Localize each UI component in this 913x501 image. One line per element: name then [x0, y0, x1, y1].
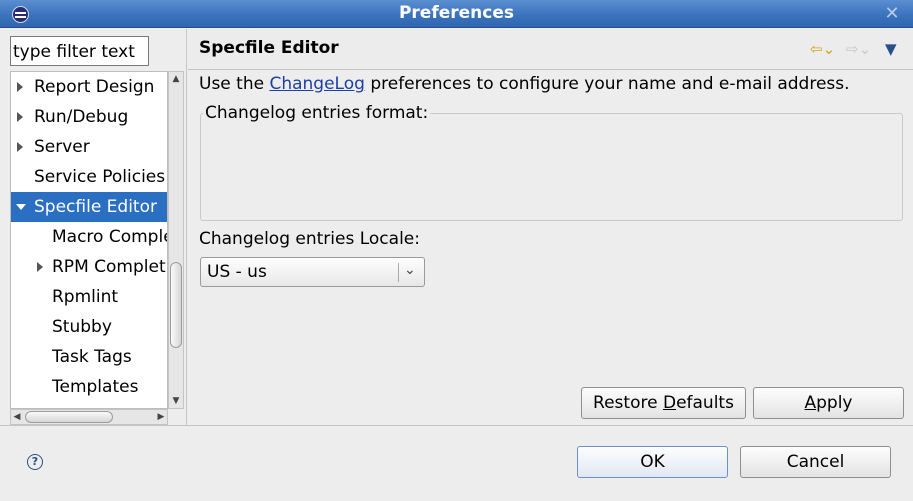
scroll-up-icon[interactable]: ▲ — [171, 74, 181, 84]
changelog-link[interactable]: ChangeLog — [269, 74, 364, 94]
close-icon[interactable]: ✕ — [881, 3, 903, 25]
tree-item[interactable]: Stubby — [11, 312, 167, 342]
tree-item[interactable]: Specfile Editor — [11, 192, 167, 222]
scroll-left-icon[interactable]: ◀ — [12, 411, 22, 423]
apply-button[interactable]: Apply — [753, 387, 904, 419]
help-icon[interactable]: ? — [27, 454, 43, 470]
tree-item-label: Templates — [52, 377, 139, 397]
title-bar: Preferences ✕ — [0, 0, 913, 28]
tree-item[interactable]: Templates — [11, 372, 167, 402]
description-text: Use the — [199, 74, 270, 94]
tree-item-label: Report Design — [34, 77, 155, 97]
header-divider — [188, 69, 913, 70]
scroll-down-icon[interactable]: ▼ — [171, 396, 181, 406]
tree-item-label: Server — [34, 137, 90, 157]
tree-horizontal-scrollbar[interactable]: ◀ ▶ — [10, 409, 168, 425]
expanded-arrow-icon[interactable] — [16, 204, 26, 210]
page-header: Specfile Editor ⇦⌄ ⇨⌄ ▼ — [188, 29, 913, 69]
preference-tree[interactable]: Versioned entry (e.g. * Date Name <Mail>… — [10, 71, 168, 409]
apply-mnemonic: A — [804, 393, 817, 413]
restore-label-post: efaults — [676, 393, 734, 413]
apply-label-post: pply — [816, 393, 853, 413]
collapsed-arrow-icon[interactable] — [17, 142, 23, 152]
window-title: Preferences — [398, 3, 515, 23]
restore-label-pre: Restore — [593, 393, 663, 413]
collapsed-arrow-icon[interactable]: Versioned entry (e.g. * Date Name <Mail>… — [17, 82, 23, 92]
collapsed-arrow-icon[interactable] — [17, 112, 23, 122]
tree-item-label: Rpmlint — [52, 287, 119, 307]
tree-item-label: Service Policies — [34, 167, 166, 187]
scroll-thumb-horizontal[interactable] — [25, 411, 113, 423]
page-description: Use the ChangeLog preferences to configu… — [199, 74, 850, 94]
filter-input[interactable] — [10, 36, 149, 66]
restore-mnemonic: D — [662, 393, 677, 413]
preference-tree-panel: Versioned entry (e.g. * Date Name <Mail>… — [0, 29, 187, 425]
tree-item[interactable]: Server — [11, 132, 167, 162]
forward-arrow-icon[interactable]: ⇨⌄ — [846, 41, 871, 57]
locale-select[interactable]: US - us ⌄ — [200, 257, 425, 287]
tree-item[interactable]: Rpmlint — [11, 282, 167, 312]
cancel-button[interactable]: Cancel — [740, 446, 891, 478]
tree-item[interactable]: Service Policies — [11, 162, 167, 192]
locale-value: US - us — [207, 262, 267, 282]
tree-vertical-scrollbar[interactable]: ▲ ▼ — [168, 71, 184, 409]
ok-button[interactable]: OK — [577, 446, 728, 478]
tree-item[interactable]: Macro Completion — [11, 222, 167, 252]
preference-page: Specfile Editor ⇦⌄ ⇨⌄ ▼ Use the ChangeLo… — [188, 29, 913, 425]
view-menu-icon[interactable]: ▼ — [885, 41, 897, 57]
restore-defaults-button[interactable]: Restore Defaults — [581, 387, 746, 419]
tree-item[interactable]: Task Tags — [11, 342, 167, 372]
back-arrow-icon[interactable]: ⇦⌄ — [810, 41, 835, 57]
tree-item-label: Run/Debug — [34, 107, 129, 127]
tree-item[interactable]: Versioned entry (e.g. * Date Name <Mail>… — [11, 72, 167, 102]
tree-item-label: Task Tags — [52, 347, 132, 367]
tree-item[interactable]: RPM Completion — [11, 252, 167, 282]
description-text-end: preferences to configure your name and e… — [364, 74, 850, 94]
combo-divider — [398, 263, 399, 282]
locale-label: Changelog entries Locale: — [199, 229, 420, 249]
scroll-thumb[interactable] — [170, 262, 182, 348]
tree-item[interactable]: Run/Debug — [11, 102, 167, 132]
tree-item-label: Macro Completion — [52, 227, 167, 247]
tree-item-label: Specfile Editor — [34, 197, 157, 217]
button-bar-divider — [0, 425, 913, 426]
tree-item-label: RPM Completion — [52, 257, 167, 277]
page-title: Specfile Editor — [199, 38, 339, 58]
format-group — [200, 113, 903, 221]
scroll-right-icon[interactable]: ▶ — [156, 411, 166, 423]
format-group-label: Changelog entries format: — [203, 103, 431, 123]
tree-item-label: Stubby — [52, 317, 112, 337]
collapsed-arrow-icon[interactable] — [37, 262, 43, 272]
chevron-down-icon[interactable]: ⌄ — [404, 262, 416, 278]
